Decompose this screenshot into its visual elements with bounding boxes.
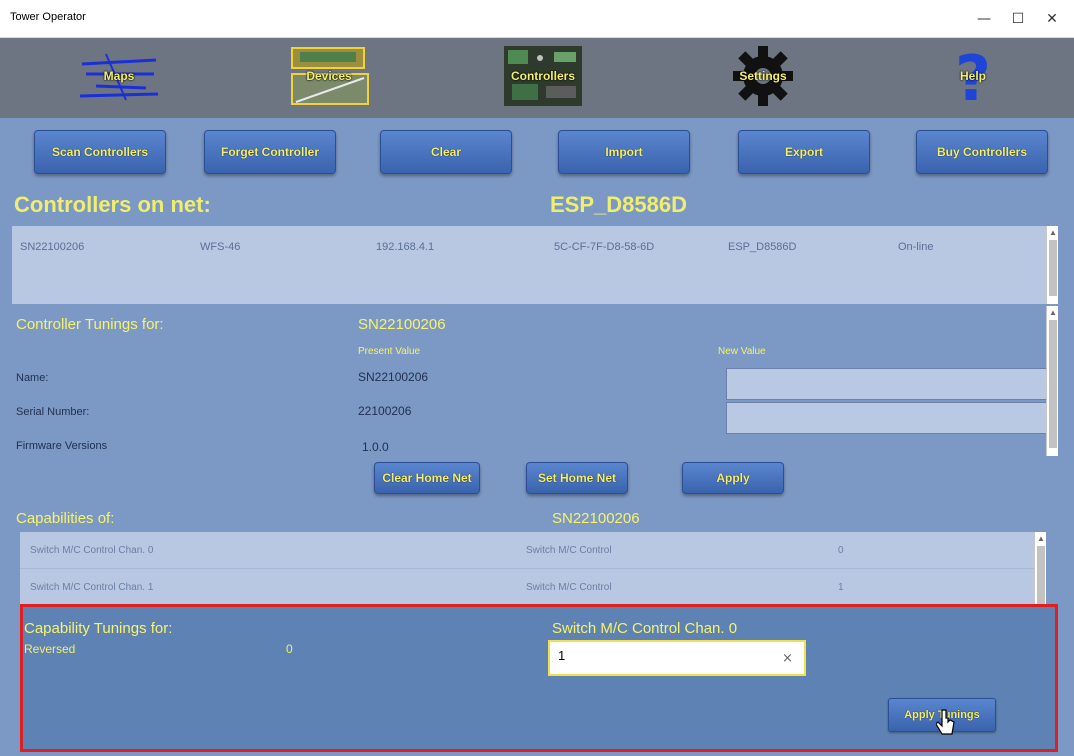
app-window: Tower Operator — ☐ ✕ Maps Devices Contro… (0, 0, 1074, 756)
controllers-heading: Controllers on net: (14, 192, 211, 217)
clear-home-net-button[interactable]: Clear Home Net (374, 462, 480, 494)
nav-maps[interactable]: Maps (76, 44, 162, 108)
controller-model: WFS-46 (200, 241, 241, 253)
capabilities-controller-id: SN22100206 (552, 510, 640, 527)
nav-settings-label: Settings (739, 69, 787, 83)
minimize-button[interactable]: — (966, 6, 1002, 32)
serial-value: 22100206 (358, 404, 412, 418)
scroll-thumb[interactable] (1037, 546, 1045, 604)
capability-type: Switch M/C Control (526, 545, 612, 556)
apply-button[interactable]: Apply (682, 462, 784, 494)
controller-ip: 192.168.4.1 (376, 241, 435, 253)
capability-channel: 0 (838, 545, 844, 556)
nav-help[interactable]: ? Help (930, 44, 1016, 108)
reversed-value: 0 (286, 642, 293, 656)
table-row[interactable]: SN22100206 WFS-46 192.168.4.1 5C-CF-7F-D… (12, 226, 1058, 270)
forget-controller-button[interactable]: Forget Controller (204, 130, 336, 174)
capability-tunings-heading: Capability Tunings for: (24, 620, 173, 637)
scroll-up-icon[interactable]: ▲ (1036, 534, 1046, 544)
title-bar: Tower Operator — ☐ ✕ (0, 0, 1074, 38)
capability-name: Switch M/C Control Chan. 1 (30, 582, 154, 593)
nav-maps-label: Maps (103, 69, 135, 83)
mouse-cursor-icon (936, 709, 955, 735)
buy-controllers-button[interactable]: Buy Controllers (916, 130, 1048, 174)
export-button[interactable]: Export (738, 130, 870, 174)
scroll-thumb[interactable] (1049, 320, 1057, 448)
name-label: Name: (16, 372, 49, 384)
table-row[interactable] (12, 270, 1058, 304)
action-toolbar: Scan Controllers Forget Controller Clear… (0, 118, 1074, 188)
controller-status: On-line (898, 241, 934, 253)
scroll-thumb[interactable] (1049, 240, 1057, 296)
net-name: ESP_D8586D (550, 192, 687, 217)
name-new-value-input[interactable] (726, 368, 1048, 400)
scan-controllers-button[interactable]: Scan Controllers (34, 130, 166, 174)
reversed-label: Reversed (24, 642, 76, 656)
list-item[interactable]: Switch M/C Control Chan. 1 Switch M/C Co… (20, 569, 1034, 606)
scroll-up-icon[interactable]: ▲ (1048, 308, 1058, 318)
nav-devices[interactable]: Devices (286, 44, 372, 108)
clear-button[interactable]: Clear (380, 130, 512, 174)
controller-network: ESP_D8586D (728, 241, 797, 253)
nav-controllers-label: Controllers (510, 69, 575, 83)
capability-tunings-target: Switch M/C Control Chan. 0 (552, 620, 738, 637)
list-item[interactable]: Switch M/C Control Chan. 0 Switch M/C Co… (20, 532, 1034, 569)
nav-devices-label: Devices (306, 69, 352, 83)
firmware-value: 1.0.0 (362, 440, 389, 454)
controllers-scrollbar[interactable]: ▲ (1046, 226, 1058, 304)
new-value-label: New Value (718, 346, 766, 357)
capabilities-heading: Capabilities of: (16, 510, 115, 527)
controller-serial: SN22100206 (20, 241, 85, 253)
nav-controllers[interactable]: Controllers (500, 44, 586, 108)
capability-channel: 1 (838, 582, 844, 593)
capabilities-scrollbar[interactable]: ▲ (1034, 532, 1046, 606)
present-value-label: Present Value (358, 346, 421, 357)
close-button[interactable]: ✕ (1034, 6, 1070, 32)
capability-name: Switch M/C Control Chan. 0 (30, 545, 154, 556)
scroll-up-icon[interactable]: ▲ (1048, 228, 1058, 238)
main-nav: Maps Devices Controllers Settings ? Help (0, 38, 1074, 118)
serial-label: Serial Number: (16, 406, 90, 418)
capabilities-list[interactable]: Switch M/C Control Chan. 0 Switch M/C Co… (20, 532, 1046, 606)
tunings-scrollbar[interactable]: ▲ (1046, 306, 1058, 456)
import-button[interactable]: Import (558, 130, 690, 174)
tunings-heading: Controller Tunings for: (16, 316, 164, 333)
firmware-label: Firmware Versions (16, 440, 108, 452)
tunings-controller-id: SN22100206 (358, 316, 446, 333)
window-title: Tower Operator (10, 11, 86, 23)
reversed-new-value-input[interactable]: 1 (548, 640, 806, 676)
maximize-button[interactable]: ☐ (1000, 6, 1036, 32)
clear-input-icon[interactable]: × (782, 651, 793, 666)
nav-settings[interactable]: Settings (720, 44, 806, 108)
capability-tunings-panel: Capability Tunings for: Switch M/C Contr… (22, 606, 1056, 750)
serial-new-value-input[interactable] (726, 402, 1048, 434)
controllers-list[interactable]: SN22100206 WFS-46 192.168.4.1 5C-CF-7F-D… (12, 226, 1058, 304)
nav-help-label: Help (959, 69, 986, 83)
capability-type: Switch M/C Control (526, 582, 612, 593)
controller-mac: 5C-CF-7F-D8-58-6D (554, 241, 655, 253)
set-home-net-button[interactable]: Set Home Net (526, 462, 628, 494)
name-value: SN22100206 (358, 370, 429, 384)
